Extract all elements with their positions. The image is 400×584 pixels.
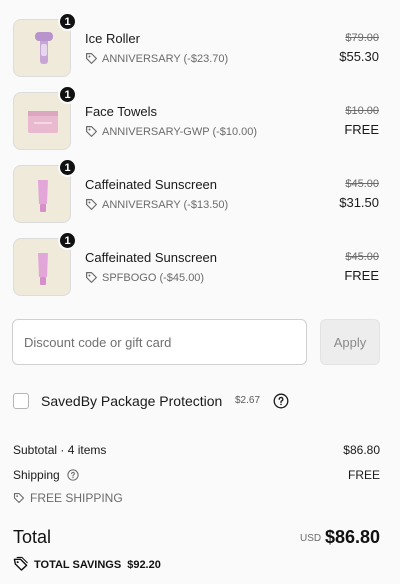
- item-name: Face Towels: [85, 104, 158, 119]
- discount-label: SPFBOGO (-$45.00): [102, 271, 205, 284]
- item-discount: SPFBOGO (-$45.00): [85, 271, 204, 284]
- item-discount: ANNIVERSARY (-$23.70): [85, 52, 228, 65]
- quantity-badge: 1: [58, 85, 77, 104]
- shipping-row: Shipping: [13, 468, 79, 484]
- savings-label: TOTAL SAVINGS: [34, 559, 122, 571]
- original-price: $45.00: [345, 178, 379, 190]
- help-icon[interactable]: [273, 393, 289, 409]
- discount-code-input[interactable]: [12, 319, 307, 365]
- item-price: $55.30: [339, 49, 379, 64]
- subtotal-label: Subtotal · 4 items: [13, 443, 107, 457]
- original-price: $10.00: [345, 105, 379, 117]
- tag-icon: [85, 271, 98, 284]
- tag-icon: [85, 125, 98, 138]
- total-savings: TOTAL SAVINGS $92.20: [13, 556, 161, 574]
- package-protection-label: SavedBy Package Protection: [41, 393, 223, 409]
- shipping-discount-label: FREE SHIPPING: [30, 491, 123, 505]
- package-protection-checkbox[interactable]: [13, 393, 29, 409]
- quantity-badge: 1: [58, 12, 77, 31]
- item-discount: ANNIVERSARY (-$13.50): [85, 198, 228, 211]
- line-item: 1 Face Towels ANNIVERSARY-GWP (-$10.00) …: [13, 85, 383, 152]
- line-item: 1 Caffeinated Sunscreen ANNIVERSARY (-$1…: [13, 158, 383, 225]
- quantity-badge: 1: [58, 158, 77, 177]
- currency-code: USD: [300, 533, 322, 544]
- tag-icon: [85, 52, 98, 65]
- line-item: 1 Caffeinated Sunscreen SPFBOGO (-$45.00…: [13, 231, 383, 298]
- item-price: FREE: [344, 268, 379, 283]
- item-name: Caffeinated Sunscreen: [85, 250, 218, 265]
- shipping-label: Shipping: [13, 468, 60, 482]
- item-name: Caffeinated Sunscreen: [85, 177, 218, 192]
- item-price: FREE: [344, 122, 379, 137]
- tag-icon: [13, 492, 25, 504]
- package-protection-price: $2.67: [235, 395, 261, 406]
- shipping-value: FREE: [347, 468, 380, 482]
- item-price: $31.50: [339, 195, 379, 210]
- original-price: $79.00: [345, 32, 379, 44]
- line-item: 1 Ice Roller ANNIVERSARY (-$23.70) $79.0…: [13, 12, 383, 79]
- quantity-badge: 1: [58, 231, 77, 250]
- savings-value: $92.20: [127, 559, 161, 571]
- original-price: $45.00: [345, 251, 379, 263]
- savings-tag-icon: [13, 556, 28, 574]
- item-discount: ANNIVERSARY-GWP (-$10.00): [85, 125, 257, 138]
- total-value: $86.80: [324, 527, 380, 547]
- discount-label: ANNIVERSARY-GWP (-$10.00): [102, 125, 258, 138]
- shipping-discount: FREE SHIPPING: [13, 491, 123, 505]
- help-icon[interactable]: [67, 469, 79, 484]
- apply-button[interactable]: Apply: [320, 319, 380, 365]
- tag-icon: [85, 198, 98, 211]
- discount-label: ANNIVERSARY (-$23.70): [102, 52, 229, 65]
- discount-label: ANNIVERSARY (-$13.50): [102, 198, 229, 211]
- subtotal-value: $86.80: [343, 443, 380, 457]
- item-name: Ice Roller: [85, 31, 140, 46]
- total-label: Total: [13, 527, 52, 547]
